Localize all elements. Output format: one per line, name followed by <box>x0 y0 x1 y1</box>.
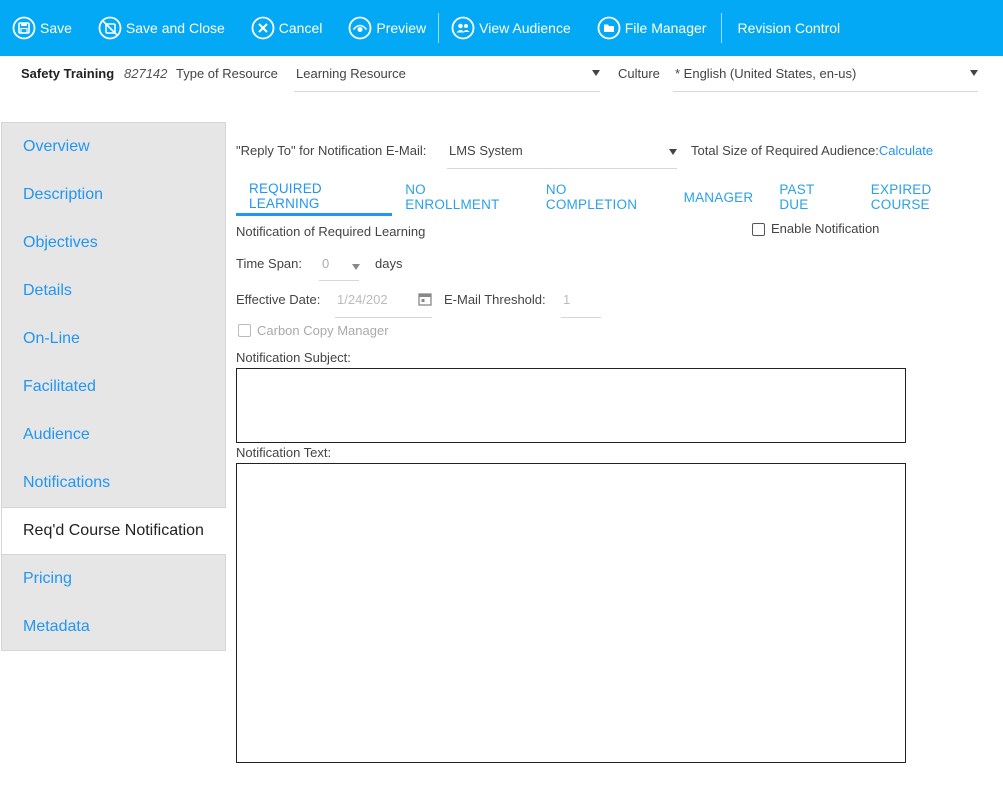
folder-icon <box>597 16 621 40</box>
carbon-copy-checkbox[interactable] <box>238 324 251 337</box>
toolbar-divider <box>438 13 440 43</box>
view-audience-label: View Audience <box>479 20 571 36</box>
sidebar-item-metadata[interactable]: Metadata <box>2 603 226 651</box>
sidebar-item-overview[interactable]: Overview <box>2 123 226 171</box>
total-size-label: Total Size of Required Audience:Calculat… <box>691 143 933 158</box>
resource-name: Safety Training <box>21 66 115 81</box>
time-span-select[interactable]: 0 <box>319 254 360 281</box>
resource-type-label: Type of Resource <box>176 66 278 81</box>
sidebar: Overview Description Objectives Details … <box>1 122 226 651</box>
save-label: Save <box>40 20 72 36</box>
revision-control-label: Revision Control <box>737 20 841 36</box>
reply-to-label: "Reply To" for Notification E-Mail: <box>236 143 427 158</box>
chevron-down-icon <box>592 70 600 76</box>
sidebar-item-online[interactable]: On-Line <box>2 315 226 363</box>
toolbar-divider <box>721 13 723 43</box>
reply-to-value: LMS System <box>449 143 523 158</box>
resource-type-select[interactable]: Learning Resource <box>294 66 600 92</box>
sidebar-item-audience[interactable]: Audience <box>2 411 226 459</box>
sidebar-item-label: Pricing <box>23 570 72 587</box>
notification-subject-input[interactable] <box>236 368 906 443</box>
tab-label: No Completion <box>545 182 638 212</box>
tab-expired-course[interactable]: Expired Course <box>858 178 1003 216</box>
total-size-text: Total Size of Required Audience: <box>691 143 879 158</box>
tab-label: Required Learning <box>249 180 322 211</box>
file-manager-button[interactable]: File Manager <box>597 0 707 56</box>
cancel-label: Cancel <box>278 20 323 36</box>
sidebar-item-label: On-Line <box>23 330 80 347</box>
tab-no-enrollment[interactable]: No Enrollment <box>392 178 533 216</box>
calculate-link[interactable]: Calculate <box>879 143 933 158</box>
preview-button[interactable]: Preview <box>348 0 426 56</box>
culture-select[interactable]: * English (United States, en-us) <box>673 66 978 92</box>
save-close-icon <box>98 16 122 40</box>
cancel-button[interactable]: Cancel <box>251 0 323 56</box>
tab-label: Expired Course <box>870 182 932 212</box>
effective-date-value: 1/24/202 <box>337 292 388 307</box>
time-span-value: 0 <box>322 256 330 271</box>
reply-to-select[interactable]: LMS System <box>447 141 677 169</box>
time-span-unit: days <box>375 256 403 271</box>
file-manager-label: File Manager <box>624 20 707 36</box>
culture-label: Culture <box>618 66 660 81</box>
sidebar-item-label: Description <box>23 186 104 203</box>
carbon-copy-label: Carbon Copy Manager <box>257 323 389 338</box>
sidebar-item-label: Overview <box>23 138 90 155</box>
sidebar-item-notifications[interactable]: Notifications <box>2 459 226 507</box>
section-title: Notification of Required Learning <box>236 224 426 239</box>
sidebar-item-pricing[interactable]: Pricing <box>2 555 226 603</box>
tab-required-learning[interactable]: Required Learning <box>236 178 393 216</box>
tab-manager[interactable]: Manager <box>671 178 767 216</box>
sidebar-item-details[interactable]: Details <box>2 267 226 315</box>
resource-id: 827142 <box>124 66 168 81</box>
enable-notification-label: Enable Notification <box>771 221 880 236</box>
tab-label: Manager <box>683 189 754 205</box>
preview-label: Preview <box>376 20 427 36</box>
time-span-label: Time Span: <box>236 256 302 271</box>
chevron-down-icon <box>352 264 360 270</box>
sidebar-item-description[interactable]: Description <box>2 171 226 219</box>
save-button[interactable]: Save <box>12 0 72 56</box>
cancel-icon <box>251 16 275 40</box>
calendar-icon[interactable] <box>418 292 432 306</box>
tab-past-due[interactable]: Past Due <box>766 178 857 216</box>
email-threshold-label: E-Mail Threshold: <box>444 292 546 307</box>
sidebar-item-facilitated[interactable]: Facilitated <box>2 363 226 411</box>
subject-label: Notification Subject: <box>236 350 351 365</box>
revision-control-button[interactable]: Revision Control <box>737 0 840 56</box>
text-label: Notification Text: <box>236 445 332 460</box>
toolbar: Save Save and Close Cancel Preview View … <box>0 0 1003 56</box>
save-icon <box>12 16 36 40</box>
enable-notification-checkbox[interactable] <box>752 223 765 236</box>
email-threshold-input[interactable]: 1 <box>561 290 601 318</box>
effective-date-label: Effective Date: <box>236 292 321 307</box>
sidebar-item-label: Req'd Course Notification <box>23 522 204 539</box>
save-and-close-label: Save and Close <box>125 20 225 36</box>
tab-no-completion[interactable]: No Completion <box>533 178 671 216</box>
sidebar-item-label: Objectives <box>23 234 98 251</box>
resource-header: Safety Training 827142 Type of Resource … <box>0 56 1003 122</box>
culture-value: * English (United States, en-us) <box>675 66 857 81</box>
tab-label: No Enrollment <box>405 182 500 212</box>
preview-icon <box>348 16 372 40</box>
sidebar-item-label: Metadata <box>23 618 90 635</box>
view-audience-button[interactable]: View Audience <box>451 0 571 56</box>
sidebar-item-label: Audience <box>23 426 90 443</box>
audience-icon <box>451 16 475 40</box>
chevron-down-icon <box>669 149 677 155</box>
notification-text-input[interactable] <box>236 463 906 763</box>
sidebar-item-label: Facilitated <box>23 378 96 395</box>
notification-tabs: Required Learning No Enrollment No Compl… <box>236 178 1003 216</box>
resource-type-value: Learning Resource <box>296 66 406 81</box>
save-and-close-button[interactable]: Save and Close <box>98 0 225 56</box>
sidebar-item-label: Details <box>23 282 72 299</box>
email-threshold-value: 1 <box>563 292 571 307</box>
sidebar-item-objectives[interactable]: Objectives <box>2 219 226 267</box>
sidebar-item-label: Notifications <box>23 474 111 491</box>
sidebar-item-reqd-course-notification[interactable]: Req'd Course Notification <box>2 507 226 555</box>
tab-label: Past Due <box>779 182 815 212</box>
chevron-down-icon <box>970 70 978 76</box>
